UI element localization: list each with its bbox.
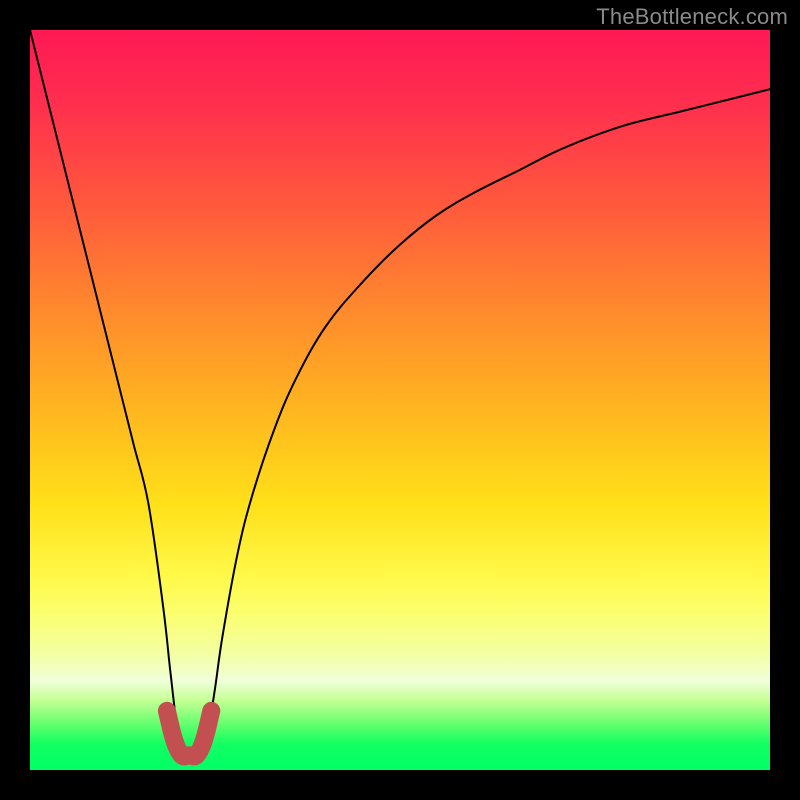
plot-area (30, 30, 770, 770)
curve-layer (30, 30, 770, 770)
trough-highlight (167, 711, 211, 757)
bottleneck-curve (30, 30, 770, 757)
attribution-text: TheBottleneck.com (596, 4, 788, 30)
chart-frame: TheBottleneck.com (0, 0, 800, 800)
